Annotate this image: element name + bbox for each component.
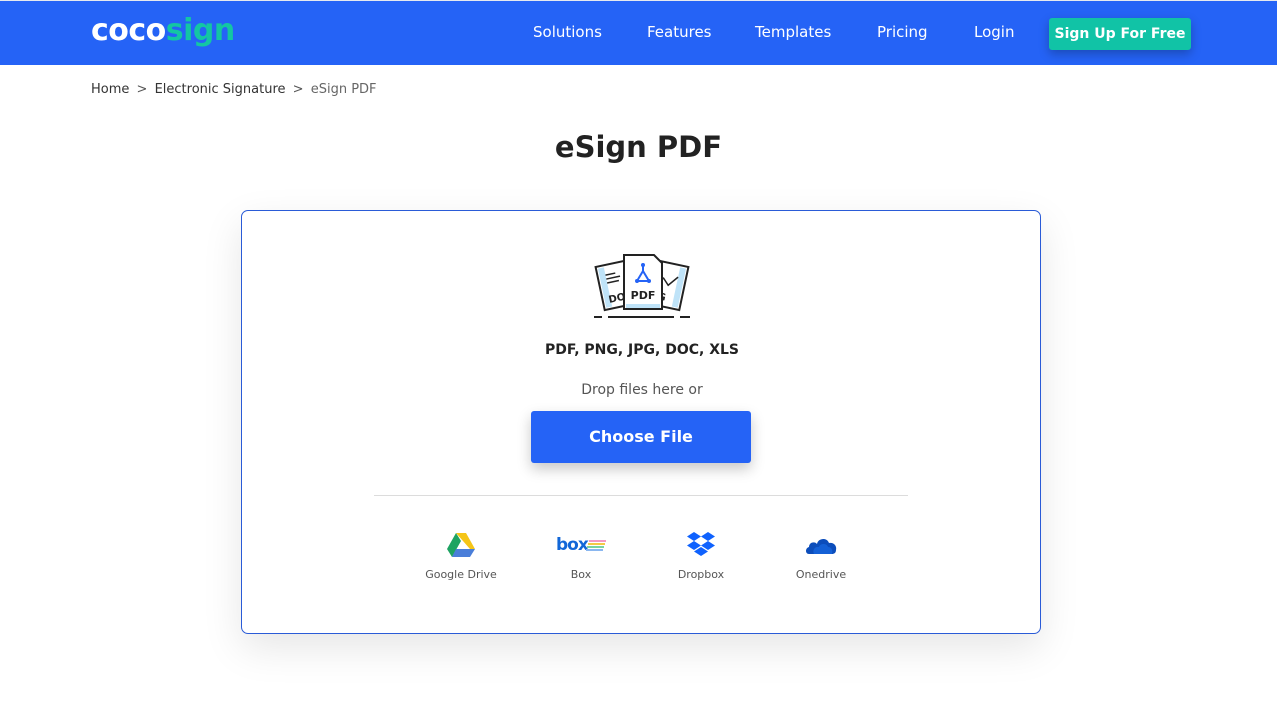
sign-up-button[interactable]: Sign Up For Free	[1049, 18, 1191, 50]
breadcrumb: Home > Electronic Signature > eSign PDF	[91, 82, 377, 97]
breadcrumb-separator: >	[136, 82, 148, 97]
pdf-badge: PDF	[631, 289, 656, 302]
top-navbar: cocosign Solutions Features Templates Pr…	[0, 0, 1277, 65]
nav-login[interactable]: Login	[974, 23, 1014, 41]
breadcrumb-current: eSign PDF	[310, 82, 377, 97]
source-box[interactable]: box Box	[531, 531, 631, 581]
logo-text-sign: sign	[165, 13, 235, 48]
breadcrumb-electronic-signature[interactable]: Electronic Signature	[155, 82, 286, 97]
source-onedrive[interactable]: Onedrive	[771, 531, 871, 581]
source-dropbox[interactable]: Dropbox	[651, 531, 751, 581]
source-label: Onedrive	[795, 568, 847, 581]
document-stack-icon: DO G PDF	[594, 254, 690, 318]
breadcrumb-home[interactable]: Home	[91, 82, 129, 97]
nav-features[interactable]: Features	[647, 23, 712, 41]
onedrive-icon	[806, 538, 837, 554]
svg-text:box: box	[556, 535, 589, 555]
drop-files-text: Drop files here or	[581, 382, 703, 398]
google-drive-icon	[447, 533, 475, 557]
nav-pricing[interactable]: Pricing	[877, 23, 928, 41]
source-label: Google Drive	[425, 568, 497, 581]
page-title: eSign PDF	[554, 130, 723, 164]
source-google-drive[interactable]: Google Drive	[411, 531, 511, 581]
breadcrumb-separator: >	[292, 82, 304, 97]
upload-dropzone[interactable]: DO G PDF PDF, PNG, JPG, DOC, XLS Drop fi…	[241, 210, 1041, 634]
source-label: Dropbox	[677, 568, 725, 581]
nav-templates[interactable]: Templates	[755, 23, 831, 41]
logo-text-coco: coco	[91, 13, 166, 48]
box-icon: box	[556, 535, 606, 555]
nav-solutions[interactable]: Solutions	[533, 23, 602, 41]
cocosign-logo[interactable]: cocosign	[91, 13, 235, 48]
source-label: Box	[570, 568, 592, 581]
choose-file-button[interactable]: Choose File	[531, 411, 751, 463]
divider	[374, 495, 908, 496]
dropbox-icon	[687, 532, 715, 556]
supported-formats: PDF, PNG, JPG, DOC, XLS	[545, 342, 739, 358]
